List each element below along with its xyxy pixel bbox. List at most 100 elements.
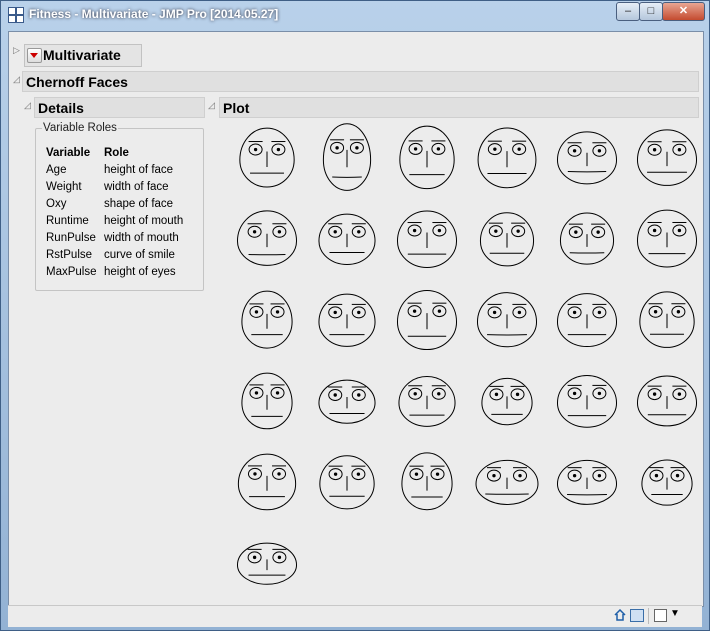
chernoff-face[interactable] [639, 291, 695, 348]
column-header-variable: Variable [46, 146, 91, 159]
app-window: Fitness - Multivariate - JMP Pro [2014.0… [0, 0, 710, 631]
close-button[interactable]: ✕ [662, 2, 705, 21]
checkbox-icon[interactable] [654, 609, 667, 622]
pupil [572, 310, 577, 315]
pupil [437, 392, 441, 396]
pupil [277, 472, 281, 476]
pupil [494, 392, 499, 397]
pupil [675, 473, 680, 478]
minimize-button[interactable]: – [616, 2, 640, 21]
pupil [572, 473, 577, 478]
pupil [654, 473, 659, 478]
chernoff-face[interactable] [318, 379, 376, 424]
chernoff-face[interactable] [237, 453, 297, 511]
plot-header[interactable]: Plot [219, 97, 699, 118]
chernoff-face[interactable] [476, 292, 538, 348]
chernoff-face[interactable] [477, 127, 537, 189]
chernoff-face[interactable] [401, 452, 453, 511]
role-cell: height of mouth [104, 214, 184, 227]
role-cell: shape of face [104, 197, 174, 210]
chernoff-face[interactable] [636, 375, 698, 427]
report-area: ▷ Multivariate ◿ Chernoff Faces ◿ Detail… [8, 31, 704, 607]
chernoff-face[interactable] [556, 375, 618, 428]
red-triangle-menu-icon[interactable] [27, 48, 42, 63]
pupil [652, 392, 657, 396]
chernoff-face[interactable] [475, 459, 539, 505]
pupil [276, 147, 281, 152]
pupil [357, 230, 361, 234]
table-row: Weight width of face [46, 178, 183, 195]
pupil [652, 148, 657, 152]
dropdown-arrow-icon[interactable]: ▼ [670, 608, 680, 619]
pupil [677, 148, 682, 152]
pupil [413, 392, 417, 396]
pupil [574, 230, 578, 234]
table-row: Age height of face [46, 161, 183, 178]
chernoff-face[interactable] [479, 212, 535, 267]
chernoff-face[interactable] [318, 293, 376, 347]
pupil [677, 392, 682, 396]
chernoff-face[interactable] [236, 542, 298, 585]
variable-cell: Age [46, 163, 67, 176]
role-cell: height of face [104, 163, 174, 176]
maximize-button[interactable]: □ [639, 2, 663, 21]
chernoff-face[interactable] [636, 209, 698, 268]
details-header[interactable]: Details [34, 97, 205, 118]
chernoff-face[interactable] [241, 290, 293, 349]
pupil [436, 147, 441, 151]
chernoff-faces-plot[interactable] [219, 118, 699, 598]
pupil [597, 391, 602, 396]
chernoff-face[interactable] [641, 459, 693, 506]
table-row: RunPulse width of mouth [46, 229, 183, 246]
window-list-icon[interactable] [630, 609, 644, 622]
chernoff-face[interactable] [396, 289, 458, 350]
chernoff-face[interactable] [236, 210, 298, 266]
role-cell: height of eyes [104, 265, 176, 278]
chernoff-face[interactable] [556, 459, 618, 505]
chernoff-face[interactable] [481, 377, 533, 426]
multivariate-title: Multivariate [43, 47, 121, 63]
pupil [492, 473, 496, 478]
jmp-app-icon[interactable] [8, 7, 24, 23]
disclosure-open-icon[interactable]: ◿ [13, 74, 20, 85]
chernoff-face[interactable] [396, 210, 458, 268]
chernoff-face[interactable] [398, 376, 456, 427]
pupil [676, 310, 681, 314]
status-bar: ▼ [8, 605, 702, 627]
pupil [437, 309, 442, 313]
title-bar[interactable]: Fitness - Multivariate - JMP Pro [2014.0… [1, 1, 709, 29]
window-title: Fitness - Multivariate - JMP Pro [2014.0… [29, 7, 279, 21]
table-header-row: Variable Role [46, 144, 183, 161]
table-row: RstPulse curve of smile [46, 246, 183, 263]
chernoff-face[interactable] [556, 293, 618, 347]
variable-cell: Oxy [46, 197, 67, 210]
chernoff-face[interactable] [559, 212, 615, 265]
pupil [277, 555, 282, 560]
disclosure-open-icon[interactable]: ◿ [24, 100, 31, 111]
multivariate-header[interactable]: Multivariate [24, 44, 142, 67]
chernoff-face[interactable] [319, 455, 375, 510]
pupil [412, 228, 417, 233]
pupil [517, 147, 521, 151]
chernoff-face[interactable] [318, 213, 376, 265]
disclosure-open-icon[interactable]: ◿ [208, 100, 215, 111]
disclosure-closed-icon[interactable]: ▷ [13, 45, 20, 56]
role-cell: width of mouth [104, 231, 179, 244]
chernoff-face[interactable] [636, 129, 698, 186]
pupil [253, 147, 258, 152]
table-row: MaxPulse height of eyes [46, 263, 183, 280]
chernoff-faces-header[interactable]: Chernoff Faces [22, 71, 699, 92]
pupil [252, 555, 257, 560]
chernoff-face[interactable] [556, 131, 618, 185]
chernoff-face[interactable] [239, 127, 295, 188]
variable-cell: Runtime [46, 214, 89, 227]
variable-cell: Weight [46, 180, 82, 193]
chernoff-face[interactable] [399, 125, 455, 189]
pupil [518, 473, 522, 478]
chernoff-face[interactable] [241, 372, 293, 430]
pupil [252, 230, 257, 234]
home-icon[interactable] [614, 609, 626, 621]
chernoff-face[interactable] [322, 123, 372, 191]
variable-cell: MaxPulse [46, 265, 97, 278]
table-row: Runtime height of mouth [46, 212, 183, 229]
